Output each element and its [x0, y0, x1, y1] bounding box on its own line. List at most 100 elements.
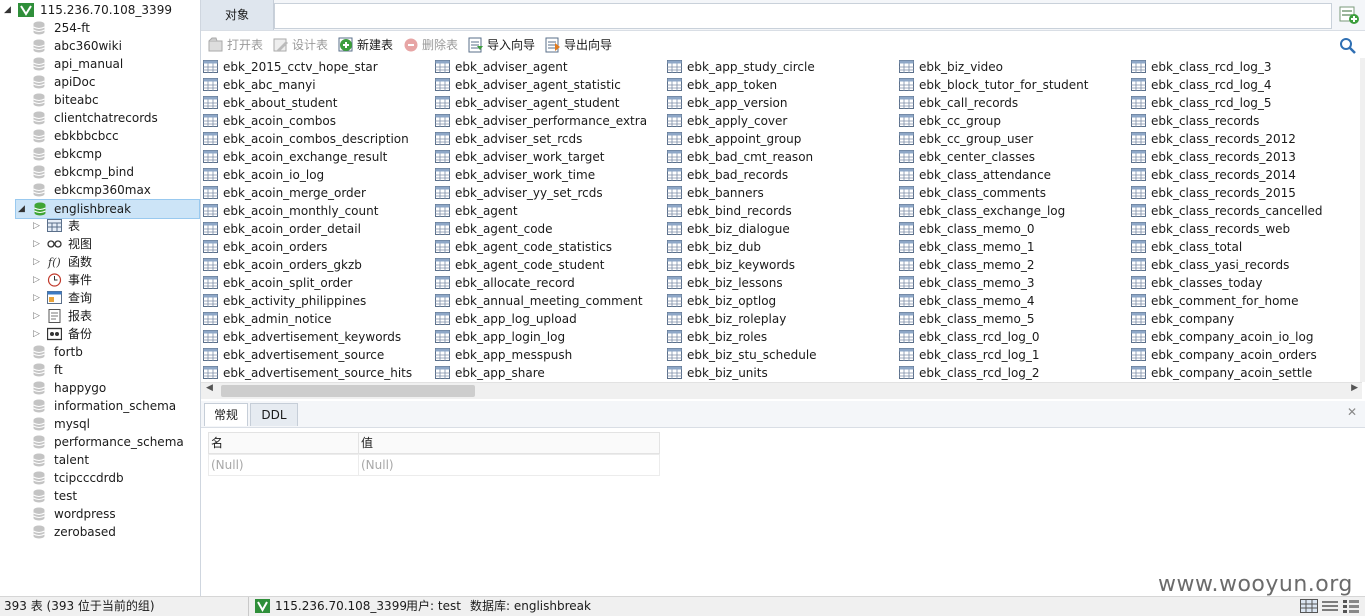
- table-item[interactable]: ebk_adviser_work_target: [435, 148, 663, 166]
- table-item[interactable]: ebk_adviser_performance_extra: [435, 112, 663, 130]
- table-item[interactable]: ebk_2015_cctv_hope_star: [203, 58, 431, 76]
- db-node[interactable]: ebkcmp: [0, 145, 200, 163]
- table-item[interactable]: ebk_class_records_2014: [1131, 166, 1359, 184]
- table-item[interactable]: ebk_appoint_group: [667, 130, 895, 148]
- collapse-icon[interactable]: ◢: [4, 1, 11, 19]
- db-node[interactable]: mysql: [0, 415, 200, 433]
- tab-general[interactable]: 常规: [204, 403, 248, 426]
- new-table-button[interactable]: 新建表: [338, 36, 399, 54]
- db-node[interactable]: talent: [0, 451, 200, 469]
- connection-node[interactable]: ◢ 115.236.70.108_3399: [0, 1, 200, 19]
- table-item[interactable]: ebk_app_token: [667, 76, 895, 94]
- collapse-icon[interactable]: ◢: [18, 200, 25, 218]
- table-item[interactable]: ebk_class_rcd_log_1: [899, 346, 1127, 364]
- new-tab-icon[interactable]: [1337, 4, 1361, 26]
- table-item[interactable]: ebk_company_acoin_orders: [1131, 346, 1359, 364]
- tree-item-function[interactable]: ▷ f() 函数: [0, 253, 200, 271]
- table-item[interactable]: ebk_activity_philippines: [203, 292, 431, 310]
- db-node[interactable]: information_schema: [0, 397, 200, 415]
- table-item[interactable]: ebk_app_study_circle: [667, 58, 895, 76]
- table-item[interactable]: ebk_class_comments: [899, 184, 1127, 202]
- table-item[interactable]: ebk_acoin_orders_gkzb: [203, 256, 431, 274]
- expand-icon[interactable]: ▷: [33, 325, 40, 343]
- scroll-right-icon[interactable]: ▶: [1351, 383, 1358, 393]
- db-node[interactable]: abc360wiki: [0, 37, 200, 55]
- scroll-left-icon[interactable]: ◀: [206, 383, 213, 393]
- table-item[interactable]: ebk_cc_group: [899, 112, 1127, 130]
- table-item[interactable]: ebk_comment_for_home: [1131, 292, 1359, 310]
- table-item[interactable]: ebk_allocate_record: [435, 274, 663, 292]
- table-item[interactable]: ebk_app_log_upload: [435, 310, 663, 328]
- table-item[interactable]: ebk_classes_today: [1131, 274, 1359, 292]
- table-item[interactable]: ebk_acoin_io_log: [203, 166, 431, 184]
- expand-icon[interactable]: ▷: [33, 235, 40, 253]
- table-item[interactable]: ebk_call_records: [899, 94, 1127, 112]
- table-item[interactable]: ebk_biz_stu_schedule: [667, 346, 895, 364]
- table-item[interactable]: ebk_class_rcd_log_2: [899, 364, 1127, 382]
- tree-item-query[interactable]: ▷ 查询: [0, 289, 200, 307]
- table-item[interactable]: ebk_banners: [667, 184, 895, 202]
- tree-item-table[interactable]: ▷ 表: [0, 217, 200, 235]
- db-node[interactable]: ◢ englishbreak: [15, 199, 200, 219]
- db-node[interactable]: biteabc: [0, 91, 200, 109]
- db-node[interactable]: fortb: [0, 343, 200, 361]
- table-item[interactable]: ebk_class_memo_0: [899, 220, 1127, 238]
- connection-tree[interactable]: ◢ 115.236.70.108_3399 254-ft abc360wiki ap…: [0, 0, 201, 596]
- db-node[interactable]: ft: [0, 361, 200, 379]
- db-node[interactable]: api_manual: [0, 55, 200, 73]
- db-node[interactable]: ebkcmp_bind: [0, 163, 200, 181]
- table-item[interactable]: ebk_class_memo_2: [899, 256, 1127, 274]
- table-list[interactable]: ebk_2015_cctv_hope_star ebk_abc_manyi ebk_…: [201, 58, 1362, 382]
- table-item[interactable]: ebk_acoin_combos_description: [203, 130, 431, 148]
- tree-item-backup[interactable]: ▷ 备份: [0, 325, 200, 343]
- table-item[interactable]: ebk_biz_optlog: [667, 292, 895, 310]
- expand-icon[interactable]: ▷: [33, 271, 40, 289]
- table-item[interactable]: ebk_class_records_2013: [1131, 148, 1359, 166]
- table-item[interactable]: ebk_biz_roles: [667, 328, 895, 346]
- table-item[interactable]: ebk_app_version: [667, 94, 895, 112]
- table-item[interactable]: ebk_block_tutor_for_student: [899, 76, 1127, 94]
- table-item[interactable]: ebk_admin_notice: [203, 310, 431, 328]
- table-item[interactable]: ebk_company: [1131, 310, 1359, 328]
- table-item[interactable]: ebk_biz_video: [899, 58, 1127, 76]
- close-icon[interactable]: ✕: [1347, 405, 1357, 419]
- table-item[interactable]: ebk_center_classes: [899, 148, 1127, 166]
- table-item[interactable]: ebk_adviser_work_time: [435, 166, 663, 184]
- db-node[interactable]: wordpress: [0, 505, 200, 523]
- tree-item-event[interactable]: ▷ 事件: [0, 271, 200, 289]
- design-table-button[interactable]: 设计表: [273, 36, 334, 54]
- table-item[interactable]: ebk_agent_code: [435, 220, 663, 238]
- expand-icon[interactable]: ▷: [33, 217, 40, 235]
- tree-item-view[interactable]: ▷ 视图: [0, 235, 200, 253]
- table-item[interactable]: ebk_abc_manyi: [203, 76, 431, 94]
- table-item[interactable]: ebk_bad_cmt_reason: [667, 148, 895, 166]
- horizontal-scrollbar[interactable]: ◀ ▶: [201, 382, 1362, 399]
- db-node[interactable]: test: [0, 487, 200, 505]
- table-item[interactable]: ebk_advertisement_source: [203, 346, 431, 364]
- table-item[interactable]: ebk_acoin_exchange_result: [203, 148, 431, 166]
- table-item[interactable]: ebk_class_rcd_log_4: [1131, 76, 1359, 94]
- vertical-scrollbar[interactable]: [1360, 58, 1365, 382]
- table-item[interactable]: ebk_acoin_order_detail: [203, 220, 431, 238]
- table-item[interactable]: ebk_class_exchange_log: [899, 202, 1127, 220]
- tree-item-report[interactable]: ▷ 报表: [0, 307, 200, 325]
- list-view-icon[interactable]: [1321, 599, 1339, 613]
- table-item[interactable]: ebk_acoin_split_order: [203, 274, 431, 292]
- import-wizard-button[interactable]: 导入向导: [468, 36, 542, 54]
- tab-ddl[interactable]: DDL: [250, 403, 298, 426]
- table-item[interactable]: ebk_biz_roleplay: [667, 310, 895, 328]
- table-item[interactable]: ebk_biz_units: [667, 364, 895, 382]
- table-item[interactable]: ebk_apply_cover: [667, 112, 895, 130]
- table-item[interactable]: ebk_class_memo_4: [899, 292, 1127, 310]
- table-item[interactable]: ebk_class_records_cancelled: [1131, 202, 1359, 220]
- db-node[interactable]: performance_schema: [0, 433, 200, 451]
- table-item[interactable]: ebk_company_acoin_io_log: [1131, 328, 1359, 346]
- table-item[interactable]: ebk_acoin_orders: [203, 238, 431, 256]
- db-node[interactable]: ebkbbcbcc: [0, 127, 200, 145]
- table-item[interactable]: ebk_biz_lessons: [667, 274, 895, 292]
- table-item[interactable]: ebk_class_memo_3: [899, 274, 1127, 292]
- db-node[interactable]: clientchatrecords: [0, 109, 200, 127]
- table-item[interactable]: ebk_agent_code_student: [435, 256, 663, 274]
- table-item[interactable]: ebk_class_records: [1131, 112, 1359, 130]
- search-icon[interactable]: [1339, 37, 1357, 55]
